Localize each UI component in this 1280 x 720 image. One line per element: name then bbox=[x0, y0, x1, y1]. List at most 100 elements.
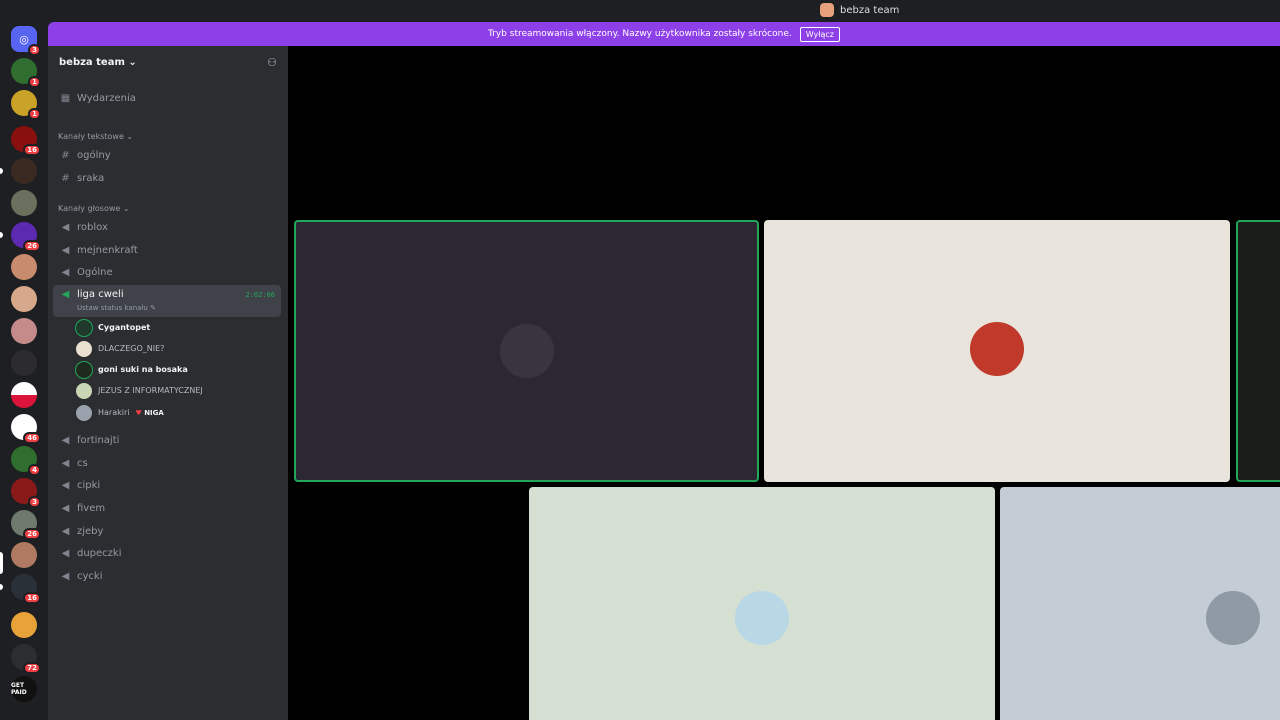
events-item[interactable]: ▦ Wydarzenia bbox=[53, 88, 281, 108]
participant-avatar bbox=[970, 322, 1024, 376]
speaker-icon: ◀ bbox=[61, 547, 70, 559]
text-channels-category[interactable]: Kanały tekstowe ⌄ bbox=[58, 132, 133, 141]
notification-badge: 26 bbox=[23, 528, 41, 540]
channel-sidebar: bebza team ⌄ ⚇ ▦ Wydarzenia Kanały teksto… bbox=[48, 46, 288, 720]
calendar-icon: ▦ bbox=[60, 92, 71, 104]
voice-channel-mejnenkraft[interactable]: ◀ mejnenkraft bbox=[53, 240, 281, 260]
notification-badge: 46 bbox=[23, 432, 41, 444]
disable-streamer-mode-button[interactable]: Wyłącz bbox=[799, 26, 840, 42]
selected-indicator bbox=[0, 552, 3, 574]
avatar bbox=[76, 319, 92, 336]
voice-user[interactable]: JEZUS Z INFORMATYCZNEJ bbox=[76, 381, 203, 400]
speaker-icon: ◀ bbox=[61, 457, 70, 469]
server-folder-getpaid[interactable]: GET PAID bbox=[11, 676, 37, 702]
discord-logo-icon: ◎ bbox=[19, 32, 29, 46]
hash-icon: # bbox=[61, 172, 70, 184]
voice-channel-active[interactable]: ◀ liga cweli 2:02:06 Ustaw status kanału… bbox=[53, 285, 281, 317]
voice-channel-fortinajti[interactable]: ◀ fortinajti bbox=[53, 430, 281, 450]
server-icon-10[interactable] bbox=[11, 350, 37, 376]
voice-channel-ogolne[interactable]: ◀ Ogólne bbox=[53, 262, 281, 282]
server-icon-13[interactable]: 4 bbox=[11, 446, 41, 476]
participant-tile[interactable] bbox=[529, 487, 995, 720]
window-title-text: bebza team bbox=[840, 4, 900, 16]
notification-badge: 1 bbox=[28, 108, 41, 120]
folder-label: GET PAID bbox=[11, 682, 27, 696]
participant-avatar bbox=[735, 591, 789, 645]
server-icon-15[interactable]: 26 bbox=[11, 510, 41, 540]
participant-tile[interactable] bbox=[764, 220, 1230, 482]
speaker-icon: ◀ bbox=[61, 289, 70, 300]
server-icon-1[interactable]: 1 bbox=[11, 58, 41, 88]
speaker-icon: ◀ bbox=[61, 266, 70, 278]
set-channel-status[interactable]: Ustaw status kanału ✎ bbox=[77, 304, 156, 312]
server-icon-11[interactable] bbox=[11, 382, 37, 408]
server-icon-6[interactable]: 26 bbox=[11, 222, 41, 252]
speaker-icon: ◀ bbox=[61, 570, 70, 582]
window-title: bebza team bbox=[820, 3, 899, 17]
server-header[interactable]: bebza team ⌄ ⚇ bbox=[48, 46, 288, 78]
notification-badge: 16 bbox=[23, 144, 41, 156]
voice-channel-roblox[interactable]: ◀ roblox bbox=[53, 217, 281, 237]
voice-user[interactable]: goni suki na bosaka bbox=[76, 360, 188, 379]
avatar bbox=[76, 382, 92, 399]
server-icon-2[interactable]: 1 bbox=[11, 90, 41, 120]
server-name: bebza team ⌄ bbox=[59, 56, 137, 68]
server-icon-17[interactable]: 16 bbox=[11, 574, 41, 604]
server-icon-3[interactable]: 16 bbox=[11, 126, 41, 156]
avatar bbox=[76, 340, 92, 357]
unread-indicator bbox=[0, 584, 3, 590]
speaker-icon: ◀ bbox=[61, 244, 70, 256]
notification-badge: 4 bbox=[28, 464, 41, 476]
streamer-mode-banner: Tryb streamowania włączony. Nazwy użytko… bbox=[48, 22, 1280, 46]
add-member-icon[interactable]: ⚇ bbox=[267, 56, 277, 69]
voice-user[interactable]: DLACZEGO_NIE? bbox=[76, 339, 164, 358]
participant-tile[interactable] bbox=[294, 220, 759, 482]
banner-text: Tryb streamowania włączony. Nazwy użytko… bbox=[487, 29, 792, 39]
voice-channel-cs[interactable]: ◀ cs bbox=[53, 453, 281, 473]
voice-channel-dupeczki[interactable]: ◀ dupeczki bbox=[53, 543, 281, 563]
voice-channel-fivem[interactable]: ◀ fivem bbox=[53, 498, 281, 518]
user-tag: ♥ NIGA bbox=[135, 408, 164, 417]
server-icon-18[interactable] bbox=[11, 612, 37, 638]
notification-badge: 72 bbox=[23, 662, 41, 674]
speaker-icon: ◀ bbox=[61, 525, 70, 537]
participant-tile[interactable] bbox=[1236, 220, 1280, 482]
speaker-icon: ◀ bbox=[61, 221, 70, 233]
chevron-down-icon: ⌄ bbox=[128, 56, 137, 68]
notification-badge: 26 bbox=[23, 240, 41, 252]
voice-channel-cycki[interactable]: ◀ cycki bbox=[53, 566, 281, 586]
server-icon-16[interactable] bbox=[11, 542, 37, 568]
voice-channel-cipki[interactable]: ◀ cipki bbox=[53, 475, 281, 495]
server-icon bbox=[820, 3, 834, 17]
voice-user[interactable]: Harakiri ♥ NIGA bbox=[76, 403, 164, 422]
avatar bbox=[76, 404, 92, 421]
server-icon-19[interactable]: 72 bbox=[11, 644, 41, 674]
server-icon-14[interactable]: 3 bbox=[11, 478, 41, 508]
notification-badge: 16 bbox=[23, 592, 41, 604]
unread-indicator bbox=[0, 232, 3, 238]
server-icon-5[interactable] bbox=[11, 190, 37, 216]
server-icon-9[interactable] bbox=[11, 318, 37, 344]
server-icon-4[interactable] bbox=[11, 158, 37, 184]
channel-sraka[interactable]: # sraka bbox=[53, 168, 281, 188]
voice-user[interactable]: Cygantopet bbox=[76, 318, 150, 337]
notification-badge: 3 bbox=[28, 496, 41, 508]
speaker-icon: ◀ bbox=[61, 479, 70, 491]
avatar bbox=[76, 361, 92, 378]
participant-avatar bbox=[500, 324, 554, 378]
server-icon-7[interactable] bbox=[11, 254, 37, 280]
participant-tile[interactable] bbox=[1000, 487, 1280, 720]
pencil-icon: ✎ bbox=[150, 304, 156, 312]
speaker-icon: ◀ bbox=[61, 434, 70, 446]
hash-icon: # bbox=[61, 149, 70, 161]
active-channel-name: liga cweli bbox=[77, 289, 124, 300]
window-titlebar: bebza team bbox=[0, 0, 1280, 22]
voice-channel-zjeby[interactable]: ◀ zjeby bbox=[53, 521, 281, 541]
server-icon-8[interactable] bbox=[11, 286, 37, 312]
home-button[interactable]: ◎ 3 bbox=[11, 26, 41, 56]
voice-call-stage bbox=[288, 46, 1280, 720]
server-rail[interactable]: ◎ 3 1 1 16 26 46 4 3 26 16 72 GET PAID bbox=[0, 22, 48, 720]
voice-channels-category[interactable]: Kanały głosowe ⌄ bbox=[58, 204, 130, 213]
server-icon-12[interactable]: 46 bbox=[11, 414, 41, 444]
channel-ogolny[interactable]: # ogólny bbox=[53, 145, 281, 165]
